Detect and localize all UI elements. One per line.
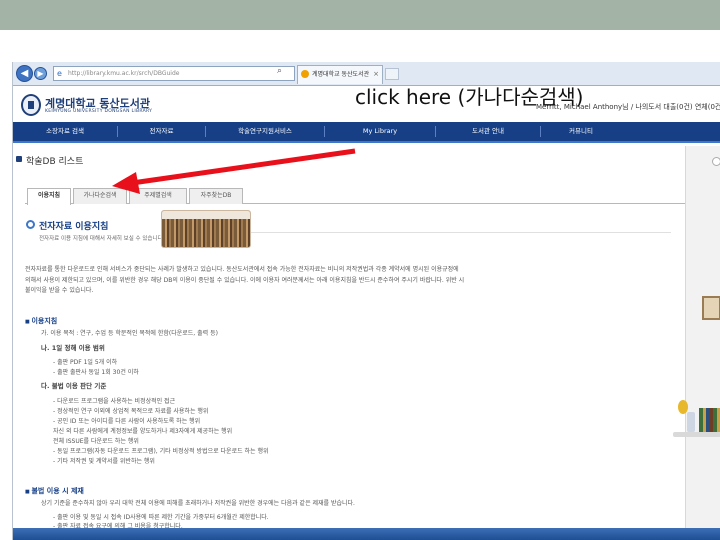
back-arrow-icon[interactable]: ◀ [16, 65, 33, 82]
guideline-row: - 공인 ID 또는 아이디를 다른 사람이 사용하도록 하는 행위 [53, 418, 201, 425]
new-tab-button[interactable] [385, 68, 399, 80]
section-heading-guidelines: 이용지침 [25, 316, 57, 326]
page-globe-icon: e [57, 69, 62, 78]
shelf-decoration [673, 432, 720, 437]
address-url: http://library.kmu.ac.kr/srch/DBGuide [68, 70, 180, 77]
annotation-callout: click here (가나다순검색) [355, 85, 584, 109]
nav-item-research-support[interactable]: 학술연구지원서비스 [206, 122, 324, 141]
nav-item-electronic-resources[interactable]: 전자자료 [118, 122, 205, 141]
collapse-button[interactable] [712, 157, 720, 166]
guideline-row: - 출판 출판사 동일 1회 30건 이하 [53, 369, 139, 376]
taskbar [13, 528, 720, 540]
nav-item-my-library[interactable]: My Library [325, 122, 435, 141]
jar-decoration [687, 412, 695, 432]
banner-title: 전자자료 이용지침 [39, 222, 109, 232]
slide-title-bar [0, 0, 720, 30]
guideline-row: - 동일 프로그램(자동 다운로드 프로그램), 기타 비정상적 방법으로 다운… [53, 448, 269, 455]
sanction-row: - 출판 이용 및 동일 시 접속 ID사용에 따른 제한 기간을 가중부터 6… [53, 514, 269, 521]
right-sidebar [685, 146, 720, 540]
tab-alphabetical-search[interactable]: 가나다순검색 [73, 188, 127, 204]
section-heading-sanctions: 불법 이용 시 제재 [25, 486, 83, 496]
banner-divider [251, 232, 671, 233]
sub-tab-bar: 이용지침 가나다순검색 주제별검색 자주찾는DB [25, 188, 685, 205]
browser-tab-title: 계명대학교 동산도서관 [312, 71, 370, 78]
picture-frame-decoration [702, 296, 720, 320]
tab-usage-guide[interactable]: 이용지침 [27, 188, 71, 205]
guideline-row: 다. 불법 이용 판단 기준 [41, 382, 107, 390]
tab-subject-search[interactable]: 주제별검색 [129, 188, 187, 204]
guideline-row: - 출판 PDF 1일 5개 이하 [53, 359, 118, 366]
university-logo[interactable] [21, 94, 41, 116]
banner-description: 전자자료 이용 지침에 대해서 자세히 보실 수 있습니다. [39, 236, 165, 242]
browser-screenshot: ◀ ▶ e http://library.kmu.ac.kr/srch/DBGu… [12, 62, 720, 540]
sanction-row: 상기 기준을 준수하지 않아 우리 대학 전체 이용에 피해를 초래하거나 저작… [41, 500, 355, 507]
guideline-row: 자신 외 다른 사람에게 계정정보를 양도하거나 제3자에게 제공하는 행위 [53, 428, 233, 435]
nav-item-library-info[interactable]: 도서관 안내 [436, 122, 540, 141]
address-bar[interactable]: e http://library.kmu.ac.kr/srch/DBGuide [53, 66, 295, 81]
library-bookshelf-image [161, 210, 251, 248]
guideline-row: - 다운로드 프로그램을 사용하는 비정상적인 접근 [53, 398, 176, 405]
guideline-row: - 기타 저작권 및 계약서를 위반하는 행위 [53, 458, 155, 465]
guideline-row: 전체 ISSUE를 다운로드 하는 행위 [53, 438, 139, 445]
site-favicon-icon [301, 70, 309, 78]
guideline-row: 가. 이용 목적 : 연구, 수업 등 학문적인 목적에 한함(다운로드, 출력… [41, 330, 218, 337]
books-decoration [699, 408, 720, 432]
site-subtitle: KEIMYUNG UNIVERSITY DONGSAN LIBRARY [45, 109, 153, 114]
guideline-row: - 정상적인 연구 이외에 상업적 목적으로 자료를 사용하는 행위 [53, 408, 209, 415]
forward-arrow-icon[interactable]: ▶ [34, 67, 47, 80]
banner-circle-icon [26, 220, 35, 229]
nav-item-holdings-search[interactable]: 소장자료 검색 [13, 122, 117, 141]
nav-item-community[interactable]: 커뮤니티 [541, 122, 621, 141]
search-icon[interactable]: ⌕ [277, 66, 291, 79]
guideline-row: 나. 1일 정해 이용 범위 [41, 344, 105, 352]
main-navigation: 소장자료 검색 전자자료 학술연구지원서비스 My Library 도서관 안내… [13, 122, 720, 143]
tab-frequent-db[interactable]: 자주찾는DB [189, 188, 243, 204]
intro-paragraph: 전자자료를 통한 다운로드로 인해 서비스가 중단되는 사례가 발생하고 있습니… [25, 266, 465, 294]
page-title: 학술DB 리스트 [15, 154, 83, 167]
